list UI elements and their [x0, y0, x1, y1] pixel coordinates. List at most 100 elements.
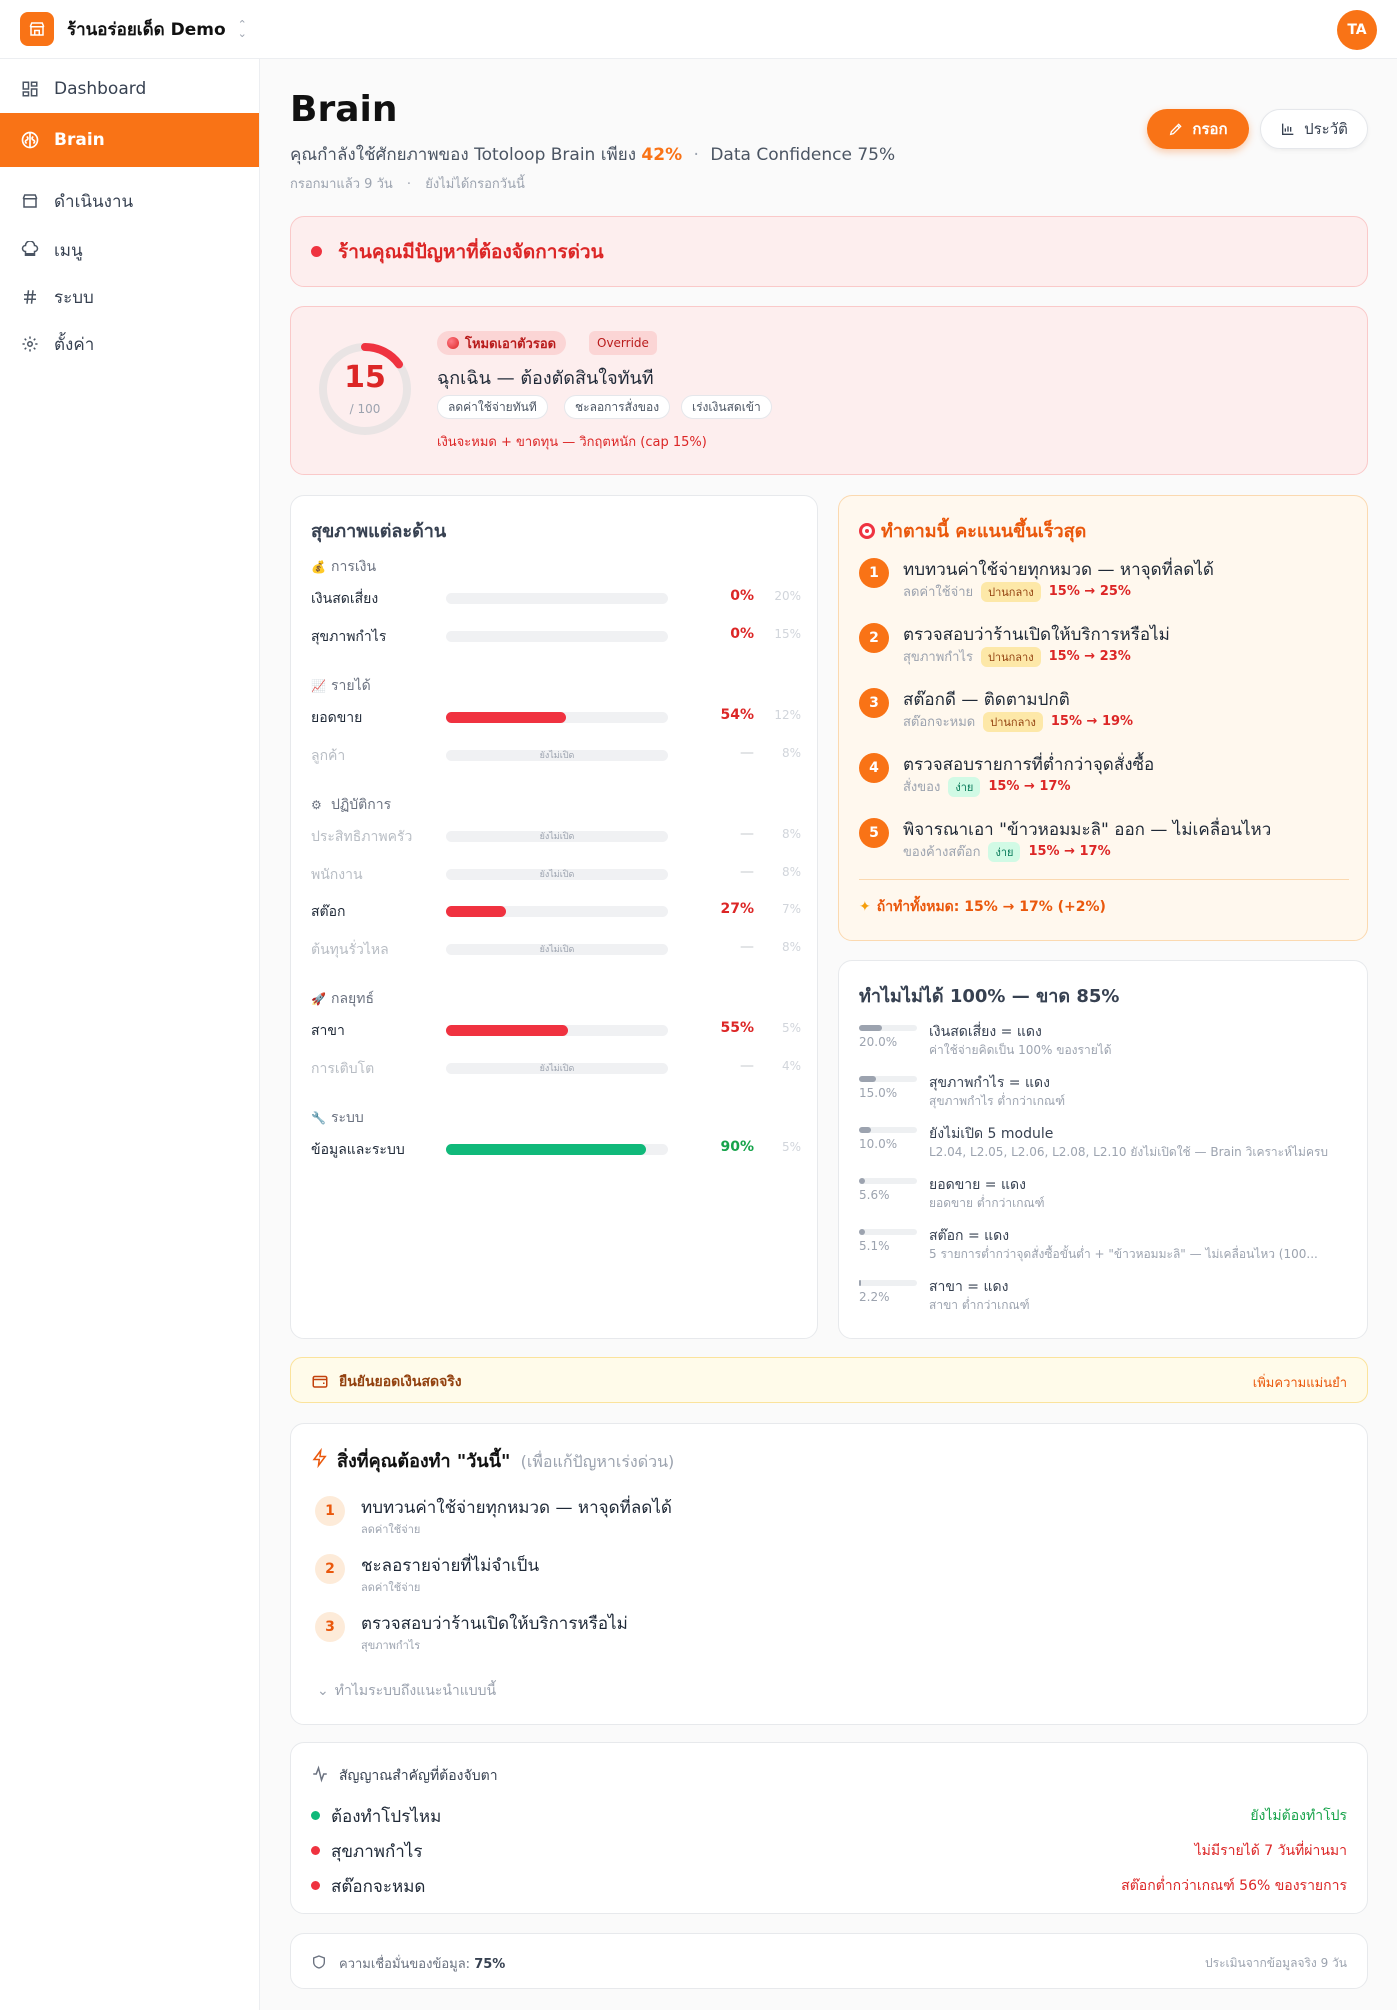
metric-closed-label: ยังไม่เปิด: [539, 750, 575, 761]
step-title[interactable]: พิจารณาเอา "ข้าวหอมมะลิ" ออก — ไม่เคลื่อ…: [903, 816, 1271, 843]
task-category: ลดค่าใช้จ่าย: [361, 1523, 421, 1536]
gear-icon: [20, 334, 40, 354]
difficulty-badge: ปานกลาง: [981, 581, 1041, 602]
difficulty-badge: ง่าย: [988, 841, 1021, 862]
meta-separator: ·: [406, 177, 412, 192]
gap-description: สุขภาพกำไร ต่ำกว่าเกณฑ์: [929, 1094, 1066, 1108]
metric-bar-track: [446, 1025, 668, 1036]
sidebar-item-label: เมนู: [54, 240, 83, 261]
metric-bar-fill: [446, 1144, 646, 1155]
task-title[interactable]: ทบทวนค่าใช้จ่ายทุกหมวด — หาจุดที่ลดได้: [361, 1494, 672, 1521]
rocket-icon: 🚀: [311, 992, 326, 1006]
avatar[interactable]: TA: [1337, 10, 1377, 50]
urgent-alert: ร้านคุณมีปัญหาที่ต้องจัดการด่วน: [290, 216, 1368, 287]
metric-bar-track: ยังไม่เปิด: [446, 749, 668, 761]
store-name[interactable]: ร้านอร่อยเด็ด Demo: [67, 16, 226, 43]
metric-value: —: [740, 1057, 754, 1074]
confidence-label-text: ความเชื่อมั่นของข้อมูล:: [339, 1957, 471, 1972]
chevron-up-down-icon[interactable]: ⌃ ⌄: [238, 19, 247, 39]
sidebar-item-settings[interactable]: ตั้งค่า: [0, 322, 259, 366]
key-signals-card: สัญญาณสำคัญที่ต้องจับตา ต้องทำโปรไหม ยังไ…: [290, 1742, 1368, 1914]
brain-icon: [20, 130, 40, 150]
today-title: สิ่งที่คุณต้องทำ "วันนี้" (เพื่อแก้ปัญหา…: [337, 1446, 674, 1475]
gap-title: สุขภาพกำไร = แดง: [929, 1075, 1050, 1091]
metric-bar-fill: [446, 906, 506, 917]
sidebar-item-dashboard[interactable]: Dashboard: [0, 67, 259, 111]
step-title[interactable]: ทบทวนค่าใช้จ่ายทุกหมวด — หาจุดที่ลดได้: [903, 556, 1214, 583]
top-bar: ร้านอร่อยเด็ด Demo ⌃ ⌄ TA: [0, 0, 1397, 59]
step-title[interactable]: ตรวจสอบว่าร้านเปิดให้บริการหรือไม่: [903, 621, 1170, 648]
score-gain: 15% → 17%: [1028, 844, 1111, 859]
metric-weight: 15%: [774, 626, 801, 641]
task-title[interactable]: ตรวจสอบว่าร้านเปิดให้บริการหรือไม่: [361, 1610, 628, 1637]
sidebar-item-label: Dashboard: [54, 79, 147, 99]
gap-bar-fill: [859, 1127, 871, 1133]
sidebar-item-brain[interactable]: Brain: [0, 113, 259, 167]
metric-closed-label: ยังไม่เปิด: [539, 869, 575, 880]
sidebar-item-label: ระบบ: [54, 287, 94, 308]
step-title[interactable]: สต๊อกดี — ติดตามปกติ: [903, 686, 1070, 713]
survival-score: 15: [344, 360, 386, 395]
survival-note: เงินจะหมด + ขาดทุน — วิกฤตหนัก (cap 15%): [437, 435, 707, 450]
difficulty-badge: ปานกลาง: [983, 711, 1043, 732]
task-number: 2: [315, 1554, 345, 1584]
signal-row: สต๊อกจะหมด สต๊อกต่ำกว่าเกณฑ์ 56% ของรายกา…: [311, 1873, 1347, 1897]
why-not-100-card: ทำไมไม่ได้ 100% — ขาด 85% 20.0% เงินสดเสี…: [838, 960, 1368, 1339]
fill-button-label: กรอก: [1192, 120, 1228, 138]
fill-button[interactable]: กรอก: [1147, 109, 1249, 149]
signal-row: สุขภาพกำไร ไม่มีรายได้ 7 วันที่ผ่านมา: [311, 1838, 1347, 1862]
today-title-note: (เพื่อแก้ปัญหาเร่งด่วน): [520, 1452, 675, 1471]
data-confidence-footer: ความเชื่อมั่นของข้อมูล: 75% ประเมินจากข้…: [290, 1933, 1368, 1989]
survival-mode-card: 15 / 100 โหมดเอาตัวรอด Override ฉุกเฉิน …: [290, 306, 1368, 475]
metric-bar-track: [446, 630, 668, 642]
metric-bar-track: ยังไม่เปิด: [446, 831, 668, 842]
history-button[interactable]: ประวัติ: [1260, 109, 1368, 149]
metric-label: ต้นทุนรั่วไหล: [311, 941, 389, 958]
confirm-cash-banner[interactable]: ยืนยันยอดเงินสดจริง เพิ่มความแม่นยำ: [290, 1357, 1368, 1403]
score-gain: 15% → 23%: [1048, 649, 1131, 664]
metric-label: เงินสดเสี่ยง: [311, 591, 379, 607]
metric-bar-track: ยังไม่เปิด: [446, 868, 668, 880]
meta-today: ยังไม่ได้กรอกวันนี้: [425, 177, 525, 192]
signal-row: ต้องทำโปรไหม ยังไม่ต้องทำโปร: [311, 1803, 1347, 1827]
metric-bar-track: [446, 593, 668, 604]
metric-label: ประสิทธิภาพครัว: [311, 829, 413, 845]
metric-label: พนักงาน: [311, 866, 363, 883]
signal-status-dot: [311, 1811, 320, 1820]
shield-icon: [313, 1955, 325, 1969]
task-title[interactable]: ชะลอรายจ่ายที่ไม่จำเป็น: [361, 1552, 539, 1579]
step-meta: ลดค่าใช้จ่าย ปานกลาง 15% → 25%: [903, 581, 1131, 602]
metric-weight: 20%: [774, 589, 801, 603]
gap-title: สต๊อก = แดง: [929, 1228, 1010, 1244]
quick-wins-card: ทำตามนี้ คะแนนขึ้นเร็วสุด 1 ทบทวนค่าใช้จ่…: [838, 495, 1368, 941]
step-title[interactable]: ตรวจสอบรายการที่ต่ำกว่าจุดสั่งซื้อ: [903, 751, 1154, 778]
sidebar-item-system[interactable]: ระบบ: [0, 275, 259, 319]
action-chip[interactable]: ชะลอการสั่งของ: [564, 395, 671, 419]
gap-percent: 10.0%: [859, 1137, 898, 1151]
score-gain: 15% → 17%: [988, 779, 1071, 794]
metric-closed-label: ยังไม่เปิด: [539, 944, 575, 955]
sidebar-item-menu[interactable]: เมนู: [0, 228, 259, 272]
sidebar-item-operations[interactable]: ดำเนินงาน: [0, 179, 259, 223]
action-chip[interactable]: เร่งเงินสดเข้า: [681, 395, 772, 419]
override-badge: Override: [589, 331, 657, 355]
metric-value: —: [740, 744, 754, 761]
step-category: สต๊อกจะหมด: [903, 715, 976, 730]
why-recommend-toggle[interactable]: ⌄ ทำไมระบบถึงแนะนำแบบนี้: [317, 1680, 496, 1702]
why-title: ทำไมไม่ได้ 100% — ขาด 85%: [859, 986, 1120, 1007]
metric-weight: 5%: [781, 1021, 801, 1035]
task-number: 3: [315, 1612, 345, 1642]
improve-accuracy-link[interactable]: เพิ่มความแม่นยำ: [1253, 1372, 1347, 1393]
health-metric-row: พนักงาน ยังไม่เปิด — 8%: [311, 862, 801, 884]
today-title-text: สิ่งที่คุณต้องทำ "วันนี้": [337, 1451, 511, 1472]
score-max: / 100: [349, 402, 381, 416]
why-gap-row: 20.0% เงินสดเสี่ยง = แดง ค่าใช้จ่ายคิดเป็น…: [859, 1021, 1339, 1065]
action-chip[interactable]: ลดค่าใช้จ่ายทันที: [437, 395, 548, 419]
metric-value: 0%: [730, 625, 754, 642]
metric-value: —: [740, 826, 754, 842]
store-icon[interactable]: [20, 12, 54, 46]
gap-title: ยอดขาย = แดง: [929, 1177, 1026, 1193]
signal-status-dot: [311, 1846, 320, 1855]
metric-bar-track: [446, 712, 668, 723]
step-category: ลดค่าใช้จ่าย: [903, 585, 974, 600]
